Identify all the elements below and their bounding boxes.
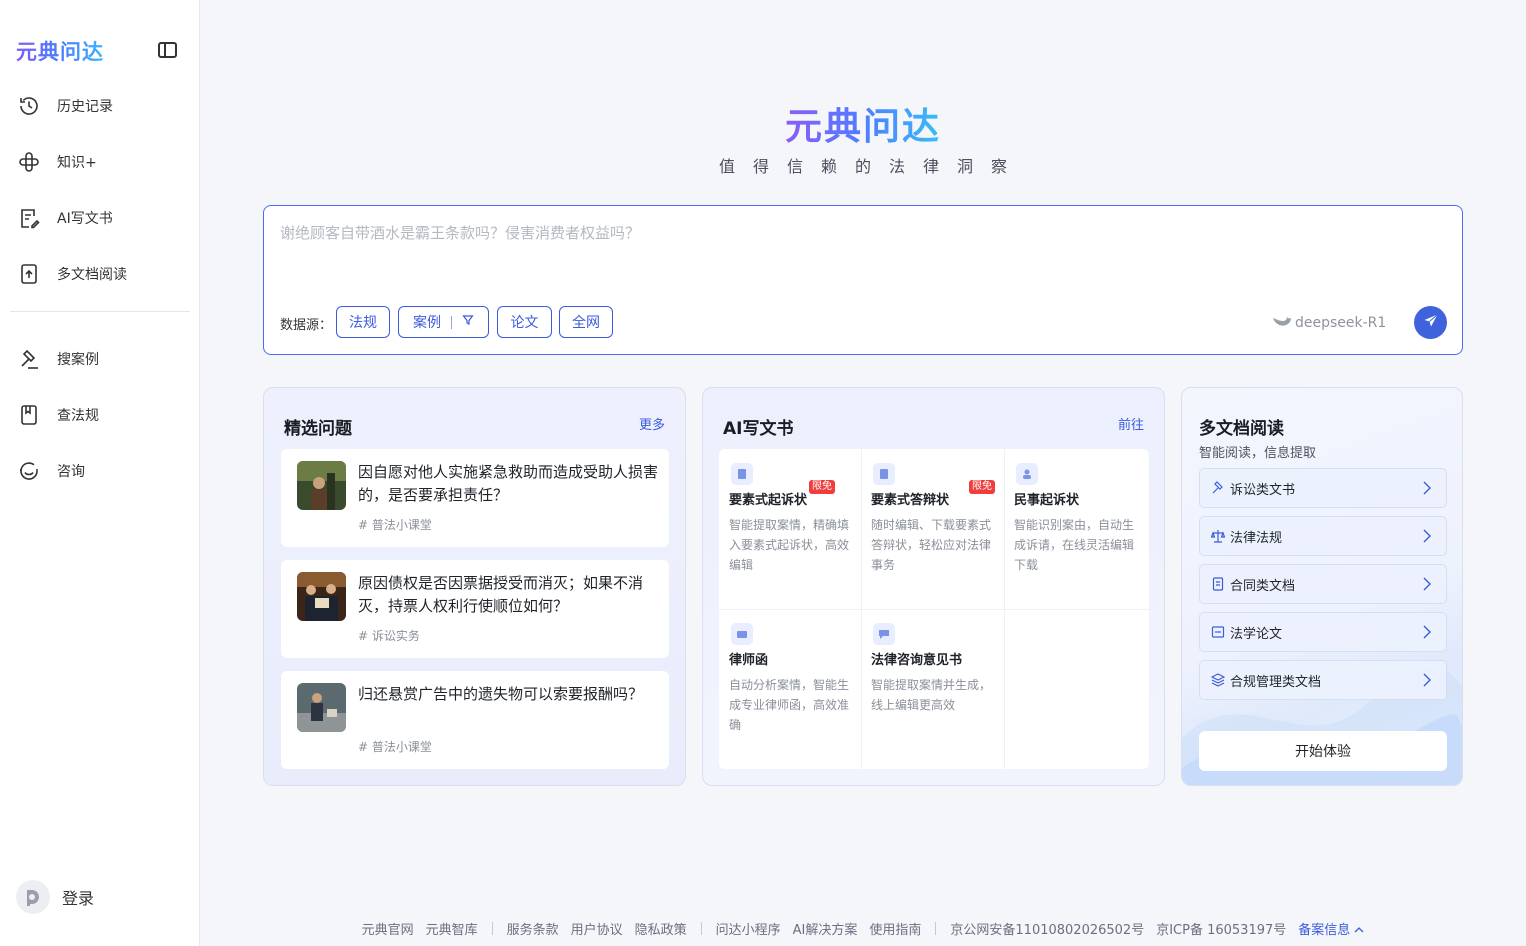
question-tag: # 普法小课堂 — [358, 518, 432, 532]
sidebar-toggle-icon[interactable] — [158, 42, 177, 58]
sidebar-item-label: 多文档阅读 — [57, 267, 127, 283]
contract-icon — [1211, 577, 1225, 591]
sidebar-item-search-cases[interactable]: 搜案例 — [16, 339, 192, 379]
gavel-icon — [1211, 481, 1225, 495]
filter-icon[interactable] — [462, 314, 474, 330]
login-label: 登录 — [62, 889, 95, 908]
chip-web[interactable]: 全网 — [559, 306, 613, 338]
multi-doc-item-laws[interactable]: 法律法规 — [1199, 516, 1447, 556]
sidebar-item-laws[interactable]: 查法规 — [16, 395, 192, 435]
paper-icon — [1211, 625, 1225, 639]
chevron-right-icon — [1422, 529, 1432, 547]
start-experience-button[interactable]: 开始体验 — [1199, 731, 1447, 771]
chevron-up-icon — [1354, 923, 1364, 938]
sidebar-item-label: 知识+ — [57, 155, 97, 171]
document-icon — [731, 463, 753, 485]
multi-doc-item-contract[interactable]: 合同类文档 — [1199, 564, 1447, 604]
free-badge: 限免 — [809, 480, 835, 494]
featured-questions-card: 精选问题 更多 因自愿对他人实施紧急救助而造成受助人损害的，是否要承担责任？ #… — [263, 387, 686, 786]
consult-icon — [16, 458, 42, 484]
deepseek-whale-icon — [1272, 314, 1292, 332]
sidebar-logo[interactable]: 元典问达 — [16, 36, 104, 66]
footer-link[interactable]: AI解决方案 — [793, 919, 858, 938]
doc-template-complaint-element[interactable]: 要素式起诉状 限免 智能提取案情，精确填入要素式起诉状，高效编辑 — [719, 449, 862, 609]
doc-template-defense-element[interactable]: 要素式答辩状 限免 随时编辑、下载要素式答辩状，轻松应对法律事务 — [861, 449, 1004, 609]
upload-doc-icon — [16, 261, 42, 287]
scale-icon — [1211, 529, 1225, 543]
doc-template-civil-complaint[interactable]: 民事起诉状 智能识别案由，自动生成诉请，在线灵活编辑下载 — [1004, 449, 1147, 609]
search-input[interactable] — [280, 224, 1440, 242]
card-title: 精选问题 — [284, 419, 352, 439]
doc-template-lawyer-letter[interactable]: 律师函 自动分析案情，智能生成专业律师函，高效准确 — [719, 609, 862, 769]
avatar — [16, 880, 50, 914]
footer-link[interactable]: 隐私政策 — [635, 919, 687, 938]
more-link[interactable]: 更多 — [639, 414, 665, 433]
datasource-label: 数据源： — [280, 318, 333, 333]
footer-link[interactable]: 京公网安备11010802026502号 — [950, 919, 1144, 938]
sidebar-item-consult[interactable]: 咨询 — [16, 451, 192, 491]
letter-icon — [731, 623, 753, 645]
footer-link[interactable]: 元典官网 — [362, 919, 414, 938]
question-item[interactable]: 因自愿对他人实施紧急救助而造成受助人损害的，是否要承担责任？ # 普法小课堂 — [281, 449, 669, 547]
question-thumbnail — [297, 572, 346, 621]
chevron-right-icon — [1422, 577, 1432, 595]
sidebar-item-label: AI写文书 — [57, 211, 113, 227]
layers-icon — [1211, 673, 1225, 687]
footer-link[interactable]: 元典智库 — [426, 919, 478, 938]
sidebar-item-label: 查法规 — [57, 408, 99, 424]
question-tag: # 诉讼实务 — [358, 629, 420, 643]
record-info-link[interactable]: 备案信息 — [1298, 919, 1364, 938]
chip-cases[interactable]: 案例 — [398, 306, 489, 338]
chip-papers[interactable]: 论文 — [497, 306, 552, 338]
ai-write-card: AI写文书 前往 要素式起诉状 限免 智能提取案情，精确填入要素式起诉状，高效编… — [702, 387, 1165, 786]
multi-doc-card: 多文档阅读 智能阅读，信息提取 诉讼类文书 法律法规 合同类文档 法学论文 合规… — [1181, 387, 1463, 786]
sidebar-item-ai-write[interactable]: AI写文书 — [16, 198, 192, 238]
model-badge: deepseek-R1 — [1272, 314, 1386, 332]
login-button[interactable]: 登录 — [16, 880, 94, 914]
doc-template-grid: 要素式起诉状 限免 智能提取案情，精确填入要素式起诉状，高效编辑 要素式答辩状 … — [719, 449, 1149, 769]
footer: 元典官网 元典智库 服务条款 用户协议 隐私政策 问达小程序 AI解决方案 使用… — [200, 919, 1526, 938]
brand-title: 元典问达 — [785, 105, 941, 148]
footer-link[interactable]: 用户协议 — [571, 919, 623, 938]
card-title: AI写文书 — [723, 419, 794, 439]
question-item[interactable]: 原因债权是否因票据授受而消灭；如果不消灭，持票人权利行使顺位如何？ # 诉讼实务 — [281, 560, 669, 658]
search-box: 数据源： 法规 案例 论文 全网 deepseek-R1 — [263, 205, 1463, 355]
book-icon — [16, 402, 42, 428]
footer-link[interactable]: 京ICP备 16053197号 — [1156, 919, 1286, 938]
sidebar-item-multi-doc[interactable]: 多文档阅读 — [16, 254, 192, 294]
question-thumbnail — [297, 461, 346, 510]
sidebar-divider — [10, 311, 190, 312]
doc-template-legal-opinion[interactable]: 法律咨询意见书 智能提取案情并生成，线上编辑更高效 — [861, 609, 1004, 769]
send-button[interactable] — [1414, 306, 1447, 339]
multi-doc-item-litigation[interactable]: 诉讼类文书 — [1199, 468, 1447, 508]
opinion-icon — [873, 623, 895, 645]
chip-laws[interactable]: 法规 — [336, 306, 390, 338]
send-icon — [1423, 313, 1439, 333]
footer-link[interactable]: 使用指南 — [869, 919, 921, 938]
card-title: 多文档阅读 — [1199, 419, 1284, 439]
question-thumbnail — [297, 683, 346, 732]
chevron-right-icon — [1422, 673, 1432, 691]
document-icon — [873, 463, 895, 485]
document-write-icon — [16, 205, 42, 231]
gavel-icon — [16, 346, 42, 372]
chevron-right-icon — [1422, 625, 1432, 643]
user-doc-icon — [1016, 463, 1038, 485]
knowledge-icon — [16, 149, 42, 175]
sidebar-item-label: 咨询 — [57, 464, 85, 480]
footer-link[interactable]: 问达小程序 — [716, 919, 781, 938]
goto-link[interactable]: 前往 — [1118, 414, 1144, 433]
card-subtitle: 智能阅读，信息提取 — [1199, 446, 1317, 461]
sidebar-item-label: 搜案例 — [57, 352, 99, 368]
brand-subtitle: 值得信赖的法律洞察 — [718, 157, 1025, 176]
question-item[interactable]: 归还悬赏广告中的遗失物可以索要报酬吗？ # 普法小课堂 — [281, 671, 669, 769]
footer-link[interactable]: 服务条款 — [507, 919, 559, 938]
multi-doc-item-compliance[interactable]: 合规管理类文档 — [1199, 660, 1447, 700]
multi-doc-item-paper[interactable]: 法学论文 — [1199, 612, 1447, 652]
free-badge: 限免 — [969, 480, 995, 494]
chevron-right-icon — [1422, 481, 1432, 499]
question-tag: # 普法小课堂 — [358, 740, 432, 754]
